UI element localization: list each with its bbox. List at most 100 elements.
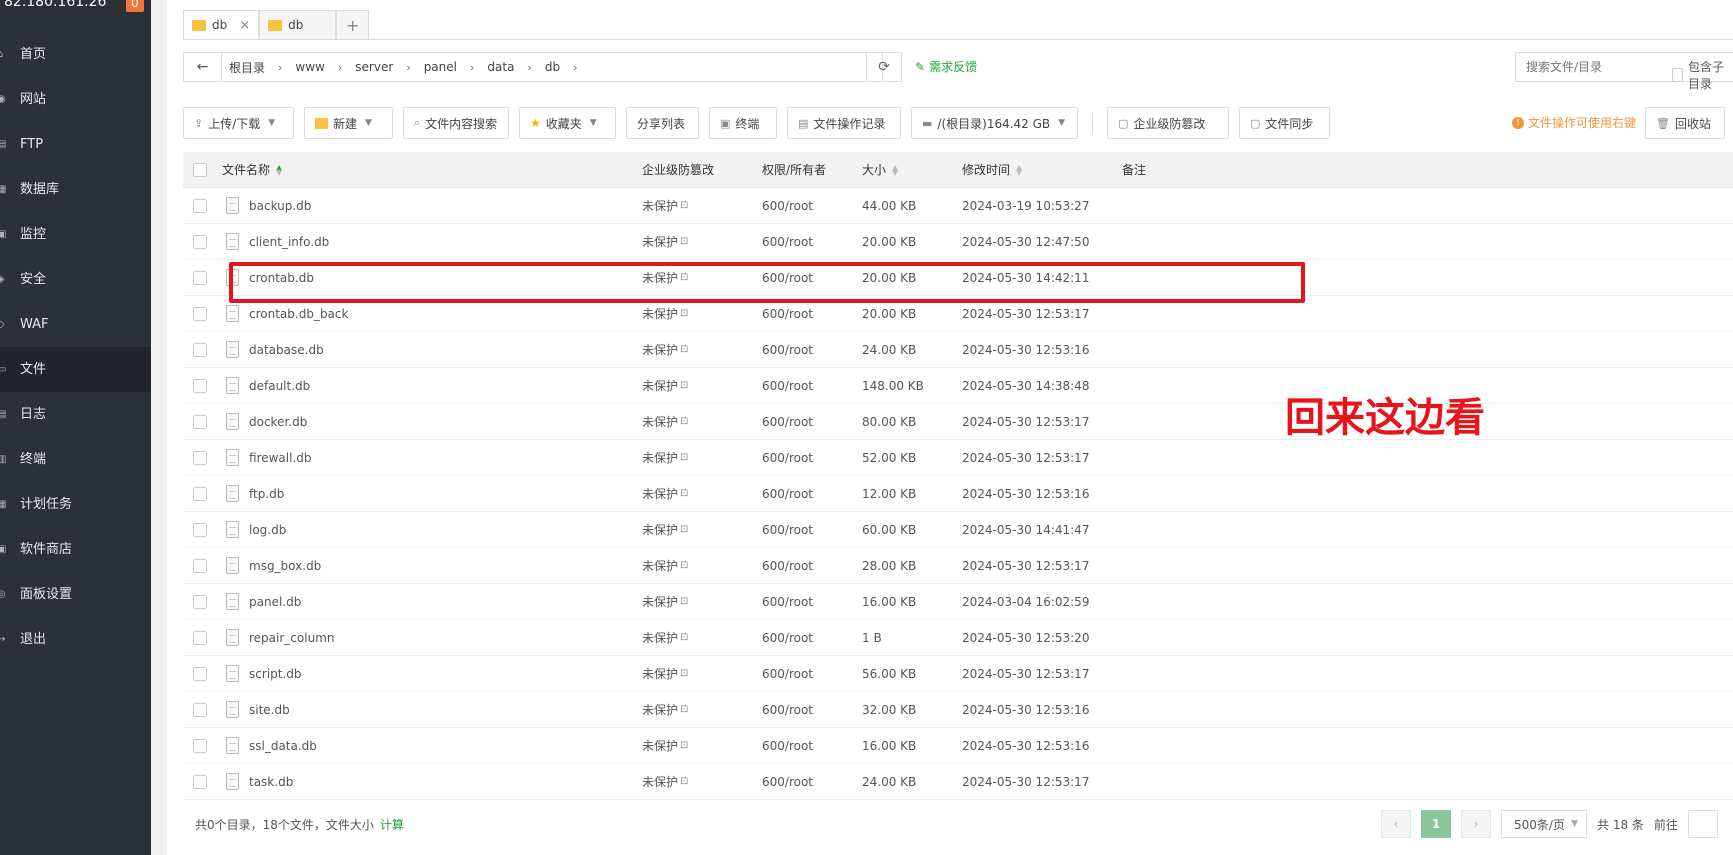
protect-cell[interactable]: 未保护 ⊡ (642, 512, 688, 547)
file-name-cell[interactable]: task.db (226, 764, 293, 799)
perm-cell[interactable]: 600/root (762, 296, 813, 331)
column-name[interactable]: 文件名称 ▲ ▼ (222, 152, 282, 187)
breadcrumb-item[interactable]: www (295, 60, 324, 74)
protect-cell[interactable]: 未保护 ⊡ (642, 188, 688, 223)
table-row[interactable]: backup.db 未保护 ⊡ 600/root 44.00 KB 2024-03-19 … (183, 188, 1733, 224)
file-name-cell[interactable]: script.db (226, 656, 302, 691)
file-name-cell[interactable]: client_info.db (226, 224, 329, 259)
path-bar[interactable]: ← 根目录 › www › server › panel › data › db › (183, 52, 883, 82)
share-list-button[interactable]: 分享列表 (626, 107, 699, 139)
file-name-cell[interactable]: database.db (226, 332, 324, 367)
row-checkbox[interactable] (193, 368, 207, 403)
protect-cell[interactable]: 未保护 ⊡ (642, 548, 688, 583)
file-name-cell[interactable]: panel.db (226, 584, 301, 619)
row-checkbox[interactable] (193, 224, 207, 259)
table-row[interactable]: panel.db 未保护 ⊡ 600/root 16.00 KB 2024-03-04 1… (183, 584, 1733, 620)
row-checkbox[interactable] (193, 620, 207, 655)
sidebar-item-9[interactable]: ▥ 终端 (0, 437, 151, 482)
perm-cell[interactable]: 600/root (762, 260, 813, 295)
file-name-cell[interactable]: ssl_data.db (226, 728, 317, 763)
file-name-cell[interactable]: docker.db (226, 404, 307, 439)
sidebar-item-6[interactable]: ◇ WAF (0, 302, 151, 347)
row-checkbox[interactable] (193, 656, 207, 691)
file-name-cell[interactable]: site.db (226, 692, 290, 727)
protect-cell[interactable]: 未保护 ⊡ (642, 476, 688, 511)
page-1-button[interactable]: 1 (1421, 810, 1451, 838)
protect-cell[interactable]: 未保护 ⊡ (642, 224, 688, 259)
row-checkbox[interactable] (193, 188, 207, 223)
row-checkbox[interactable] (193, 728, 207, 763)
perm-cell[interactable]: 600/root (762, 188, 813, 223)
perm-cell[interactable]: 600/root (762, 764, 813, 799)
sidebar-item-4[interactable]: ▣ 监控 (0, 212, 151, 257)
table-row[interactable]: ssl_data.db 未保护 ⊡ 600/root 16.00 KB 2024-05-3… (183, 728, 1733, 764)
breadcrumb-item[interactable]: panel (424, 60, 457, 74)
table-row[interactable]: ftp.db 未保护 ⊡ 600/root 12.00 KB 2024-05-30 12:… (183, 476, 1733, 512)
table-row[interactable]: repair_column 未保护 ⊡ 600/root 1 B 2024-05-30 1… (183, 620, 1733, 656)
include-subdir-checkbox[interactable]: 包含子目录 (1672, 58, 1733, 92)
protect-cell[interactable]: 未保护 ⊡ (642, 656, 688, 691)
sidebar-item-11[interactable]: ▣ 软件商店 (0, 527, 151, 572)
sidebar-item-13[interactable]: → 退出 (0, 617, 151, 662)
perm-cell[interactable]: 600/root (762, 728, 813, 763)
table-row[interactable]: log.db 未保护 ⊡ 600/root 60.00 KB 2024-05-30 14:… (183, 512, 1733, 548)
breadcrumb-item[interactable]: db (545, 60, 560, 74)
back-button[interactable]: ← (184, 53, 222, 81)
recycle-bin-button[interactable]: 🗑 回收站 (1645, 107, 1725, 139)
perm-cell[interactable]: 600/root (762, 620, 813, 655)
sidebar-item-7[interactable]: ▭ 文件 (0, 347, 151, 392)
protect-cell[interactable]: 未保护 ⊡ (642, 584, 688, 619)
upload-download-button[interactable]: ⇪ 上传/下载 ▼ (183, 107, 294, 139)
breadcrumb-item[interactable]: server (355, 60, 393, 74)
calculate-link[interactable]: 计算 (380, 818, 404, 832)
row-checkbox[interactable] (193, 692, 207, 727)
file-name-cell[interactable]: repair_column (226, 620, 334, 655)
content-search-button[interactable]: ⌕ 文件内容搜索 (403, 107, 509, 139)
file-name-cell[interactable]: backup.db (226, 188, 311, 223)
protect-cell[interactable]: 未保护 ⊡ (642, 296, 688, 331)
breadcrumb-item[interactable]: 根目录 (229, 59, 265, 76)
table-row[interactable]: default.db 未保护 ⊡ 600/root 148.00 KB 2024-05-3… (183, 368, 1733, 404)
perm-cell[interactable]: 600/root (762, 656, 813, 691)
file-name-cell[interactable]: crontab.db_back (226, 296, 348, 331)
file-name-cell[interactable]: ftp.db (226, 476, 284, 511)
row-checkbox[interactable] (193, 584, 207, 619)
perm-cell[interactable]: 600/root (762, 584, 813, 619)
add-tab-button[interactable]: + (336, 10, 370, 39)
table-row[interactable]: crontab.db 未保护 ⊡ 600/root 20.00 KB 2024-05-30… (183, 260, 1733, 296)
protect-cell[interactable]: 未保护 ⊡ (642, 368, 688, 403)
perm-cell[interactable]: 600/root (762, 332, 813, 367)
perm-cell[interactable]: 600/root (762, 548, 813, 583)
row-checkbox[interactable] (193, 548, 207, 583)
select-all-checkbox[interactable] (193, 152, 207, 187)
protect-cell[interactable]: 未保护 ⊡ (642, 620, 688, 655)
checkbox-icon[interactable] (1672, 68, 1683, 82)
operation-log-button[interactable]: ▤ 文件操作记录 (787, 107, 901, 139)
perm-cell[interactable]: 600/root (762, 476, 813, 511)
sidebar-item-8[interactable]: ▤ 日志 (0, 392, 151, 437)
goto-page-input[interactable] (1687, 810, 1718, 838)
sidebar-item-2[interactable]: ▤ FTP (0, 122, 151, 167)
row-checkbox[interactable] (193, 476, 207, 511)
per-page-select[interactable]: 500条/页 ▼ (1501, 810, 1587, 838)
table-row[interactable]: docker.db 未保护 ⊡ 600/root 80.00 KB 2024-05-30 … (183, 404, 1733, 440)
table-row[interactable]: site.db 未保护 ⊡ 600/root 32.00 KB 2024-05-30 12… (183, 692, 1733, 728)
protect-cell[interactable]: 未保护 ⊡ (642, 764, 688, 799)
perm-cell[interactable]: 600/root (762, 692, 813, 727)
protect-cell[interactable]: 未保护 ⊡ (642, 440, 688, 475)
row-checkbox[interactable] (193, 260, 207, 295)
new-button[interactable]: 新建 ▼ (304, 107, 393, 139)
sidebar-item-3[interactable]: ▦ 数据库 (0, 167, 151, 212)
perm-cell[interactable]: 600/root (762, 404, 813, 439)
tab-db-active[interactable]: db × (183, 10, 260, 39)
refresh-button[interactable]: ⟳ (866, 52, 902, 82)
table-row[interactable]: script.db 未保护 ⊡ 600/root 56.00 KB 2024-05-30 … (183, 656, 1733, 692)
file-name-cell[interactable]: log.db (226, 512, 286, 547)
terminal-button[interactable]: ▣ 终端 (709, 107, 777, 139)
tab-db[interactable]: db (259, 10, 337, 39)
sidebar-item-5[interactable]: ◈ 安全 (0, 257, 151, 302)
file-name-cell[interactable]: firewall.db (226, 440, 312, 475)
table-row[interactable]: msg_box.db 未保护 ⊡ 600/root 28.00 KB 2024-05-30… (183, 548, 1733, 584)
table-row[interactable]: crontab.db_back 未保护 ⊡ 600/root 20.00 KB 2024-… (183, 296, 1733, 332)
breadcrumb-item[interactable]: data (487, 60, 514, 74)
